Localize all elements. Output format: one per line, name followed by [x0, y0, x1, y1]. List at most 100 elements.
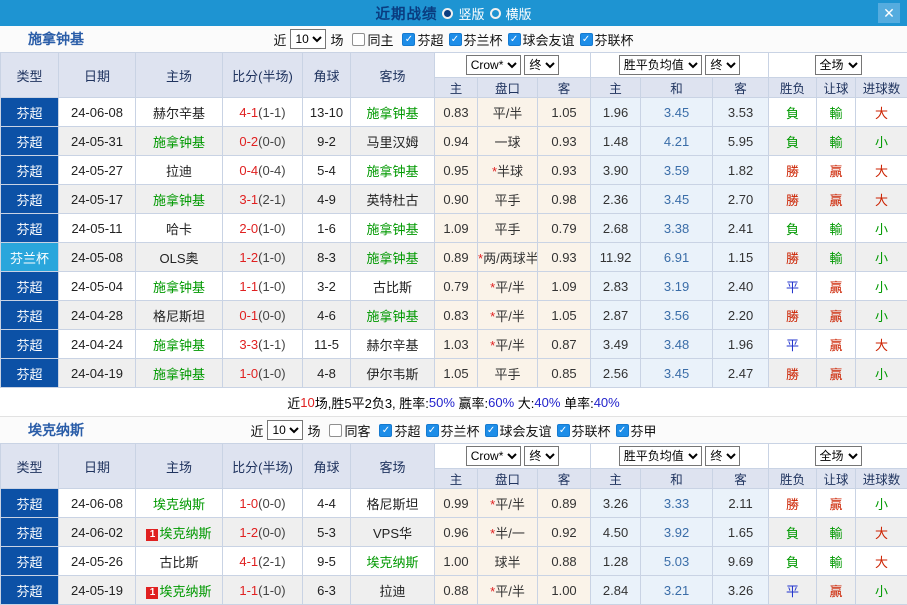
league-filter[interactable]: ✓芬超 [379, 421, 420, 440]
checkbox-icon: ✓ [449, 33, 462, 46]
checkbox-label: 球会友谊 [500, 421, 552, 440]
cell-handicap-result: 贏 [817, 489, 856, 518]
col-handicap-result-header: 让球 [817, 78, 856, 98]
cell-handicap: 平手 [478, 185, 538, 214]
odds-time-select[interactable]: 终 [524, 55, 559, 75]
checkbox-icon [329, 424, 342, 437]
cell-result: 勝 [769, 156, 817, 185]
cell-goals-result: 大 [856, 518, 907, 547]
league-filter[interactable]: ✓芬甲 [616, 421, 657, 440]
scope-select[interactable]: 全场 [815, 55, 862, 75]
cell-euro-away-odds: 1.96 [713, 330, 769, 359]
cell-asia-away-odds: 0.93 [538, 156, 591, 185]
match-row: 芬超24-05-27拉迪0-4(0-4)5-4施拿钟基0.95*半球0.933.… [1, 156, 907, 185]
cell-euro-away-odds: 2.41 [713, 214, 769, 243]
league-filter[interactable]: ✓球会友谊 [508, 30, 575, 49]
vertical-layout-label[interactable]: 竖版 [458, 4, 484, 23]
cell-league: 芬超 [1, 185, 59, 214]
cell-date: 24-04-19 [59, 359, 136, 388]
col-home-header: 主场 [136, 53, 223, 98]
checkbox-icon: ✓ [616, 424, 629, 437]
league-filter[interactable]: ✓球会友谊 [485, 421, 552, 440]
cell-date: 24-05-31 [59, 127, 136, 156]
cell-away-team: 施拿钟基 [351, 301, 435, 330]
section-header: 埃克纳斯 近 10 场 同客 ✓芬超✓芬兰杯✓球会友谊✓芬联杯✓芬甲 [0, 416, 907, 443]
cell-corners: 9-2 [303, 127, 351, 156]
checkbox-label: 芬联杯 [572, 421, 611, 440]
cell-handicap: *平/半 [478, 330, 538, 359]
summary-segment: 40% [594, 395, 620, 410]
cell-goals-result: 小 [856, 301, 907, 330]
bookmaker-select[interactable]: Crow* [466, 446, 521, 466]
cell-euro-draw-odds: 3.45 [641, 359, 713, 388]
rank-badge: 1 [146, 529, 158, 541]
vertical-layout-radio-icon[interactable] [442, 8, 453, 19]
cell-league: 芬超 [1, 518, 59, 547]
average-odds-select[interactable]: 胜平负均值 [619, 446, 702, 466]
cell-euro-away-odds: 2.11 [713, 489, 769, 518]
cell-league: 芬超 [1, 330, 59, 359]
close-icon[interactable]: ✕ [878, 3, 900, 23]
cell-euro-draw-odds: 3.21 [641, 576, 713, 605]
summary-segment: 单率: [560, 393, 593, 412]
euro-time-select[interactable]: 终 [705, 446, 740, 466]
cell-euro-draw-odds: 5.03 [641, 547, 713, 576]
match-row: 芬超24-06-021埃克纳斯1-2(0-0)5-3VPS华0.96*半/一0.… [1, 518, 907, 547]
cell-goals-result: 大 [856, 330, 907, 359]
cell-away-team: 施拿钟基 [351, 243, 435, 272]
col-asia-away-header: 客 [538, 78, 591, 98]
match-row: 芬超24-05-26古比斯4-1(2-1)9-5埃克纳斯1.00球半0.881.… [1, 547, 907, 576]
league-filter[interactable]: ✓芬兰杯 [426, 421, 480, 440]
same-venue-filter[interactable]: 同主 [352, 30, 393, 49]
cell-home-team: 格尼斯坦 [136, 301, 223, 330]
filter-bar: 近 10 场 同主 ✓芬超✓芬兰杯✓球会友谊✓芬联杯 [273, 29, 633, 49]
league-filter[interactable]: ✓芬超 [402, 30, 443, 49]
section-header: 施拿钟基 近 10 场 同主 ✓芬超✓芬兰杯✓球会友谊✓芬联杯 [0, 26, 907, 52]
cell-asia-home-odds: 0.83 [435, 301, 478, 330]
cell-asia-away-odds: 1.00 [538, 576, 591, 605]
checkbox-label: 芬兰杯 [464, 30, 503, 49]
league-filter[interactable]: ✓芬兰杯 [449, 30, 503, 49]
horizontal-layout-label[interactable]: 横版 [506, 4, 532, 23]
cell-asia-home-odds: 1.00 [435, 547, 478, 576]
checkbox-icon: ✓ [485, 424, 498, 437]
cell-euro-home-odds: 3.90 [591, 156, 641, 185]
average-odds-select[interactable]: 胜平负均值 [619, 55, 702, 75]
odds-time-select[interactable]: 终 [524, 446, 559, 466]
euro-time-select[interactable]: 终 [705, 55, 740, 75]
scope-select[interactable]: 全场 [815, 446, 862, 466]
cell-euro-home-odds: 2.87 [591, 301, 641, 330]
col-score-header: 比分(半场) [223, 444, 303, 489]
league-filter-group: ✓芬超✓芬兰杯✓球会友谊✓芬联杯✓芬甲 [374, 421, 656, 440]
match-row: 芬超24-06-08埃克纳斯1-0(0-0)4-4格尼斯坦0.99*平/半0.8… [1, 489, 907, 518]
cell-corners: 4-9 [303, 185, 351, 214]
horizontal-layout-radio-icon[interactable] [490, 8, 501, 19]
cell-league: 芬超 [1, 359, 59, 388]
checkbox-label: 球会友谊 [523, 30, 575, 49]
section-home-team: 施拿钟基 近 10 场 同主 ✓芬超✓芬兰杯✓球会友谊✓芬联杯 类型 日期 [0, 26, 907, 416]
recent-count-select[interactable]: 10 [290, 29, 326, 49]
cell-handicap-result: 贏 [817, 359, 856, 388]
cell-handicap: 一球 [478, 127, 538, 156]
col-euro-draw-header: 和 [641, 78, 713, 98]
league-filter-group: ✓芬超✓芬兰杯✓球会友谊✓芬联杯 [397, 30, 633, 49]
league-filter[interactable]: ✓芬联杯 [557, 421, 611, 440]
cell-corners: 11-5 [303, 330, 351, 359]
col-score-header: 比分(半场) [223, 53, 303, 98]
col-away-header: 客场 [351, 444, 435, 489]
checkbox-icon: ✓ [580, 33, 593, 46]
bookmaker-select[interactable]: Crow* [466, 55, 521, 75]
team-name: 埃克纳斯 [28, 420, 84, 440]
cell-home-team: 施拿钟基 [136, 127, 223, 156]
cell-asia-away-odds: 0.87 [538, 330, 591, 359]
cell-euro-away-odds: 1.65 [713, 518, 769, 547]
league-filter[interactable]: ✓芬联杯 [580, 30, 634, 49]
cell-handicap-result: 贏 [817, 301, 856, 330]
cell-handicap: *半球 [478, 156, 538, 185]
same-venue-filter[interactable]: 同客 [329, 421, 370, 440]
recent-count-select[interactable]: 10 [267, 420, 303, 440]
cell-date: 24-05-27 [59, 156, 136, 185]
team-name: 施拿钟基 [28, 29, 84, 49]
cell-handicap: *平/半 [478, 272, 538, 301]
checkbox-label: 同主 [367, 30, 393, 49]
